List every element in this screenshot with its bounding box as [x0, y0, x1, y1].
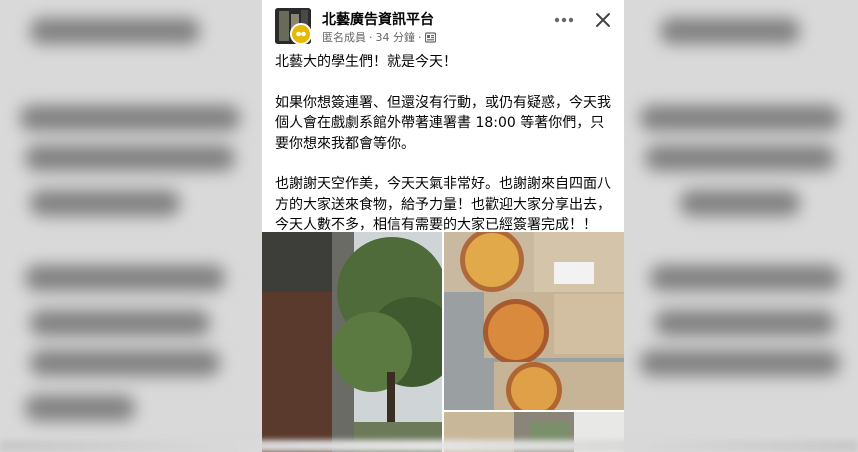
building-and-tree-photo[interactable]	[262, 232, 442, 452]
post-card: 北藝廣告資訊平台 匿名成員 · 34 分鐘 · 北藝大的學生們！就是今天！ 如果…	[262, 0, 624, 452]
author-role: 匿名成員	[322, 31, 366, 44]
post-paragraph-1: 北藝大的學生們！就是今天！	[275, 54, 457, 70]
more-dots-icon	[554, 17, 574, 23]
group-avatar[interactable]	[275, 8, 311, 44]
photo-grid	[262, 232, 624, 452]
close-icon	[596, 13, 610, 27]
post-meta: 匿名成員 · 34 分鐘 ·	[322, 29, 436, 45]
pizza-boxes-photo[interactable]	[444, 232, 624, 410]
meta-separator: ·	[369, 30, 373, 44]
group-icon	[424, 31, 436, 43]
meta-separator-2: ·	[418, 30, 422, 44]
close-button[interactable]	[592, 9, 614, 31]
anonymous-badge-icon	[290, 23, 311, 44]
post-timestamp[interactable]: 34 分鐘	[376, 29, 416, 45]
post-body: 北藝大的學生們！就是今天！ 如果你想簽連署、但還沒有行動，或仍有疑惑，今天我個人…	[275, 52, 613, 256]
blurred-bottom-bar	[0, 440, 858, 452]
group-name-link[interactable]: 北藝廣告資訊平台	[322, 9, 434, 29]
post-paragraph-3: 也謝謝天空作美，今天天氣非常好。也謝謝來自四面八方的大家送來食物，給予力量！也歡…	[275, 176, 611, 233]
post-paragraph-2: 如果你想簽連署、但還沒有行動，或仍有疑惑，今天我個人會在戲劇系館外帶著連署書 1…	[275, 94, 611, 152]
post-header: 北藝廣告資訊平台 匿名成員 · 34 分鐘 ·	[262, 0, 624, 50]
more-options-button[interactable]	[552, 10, 576, 30]
